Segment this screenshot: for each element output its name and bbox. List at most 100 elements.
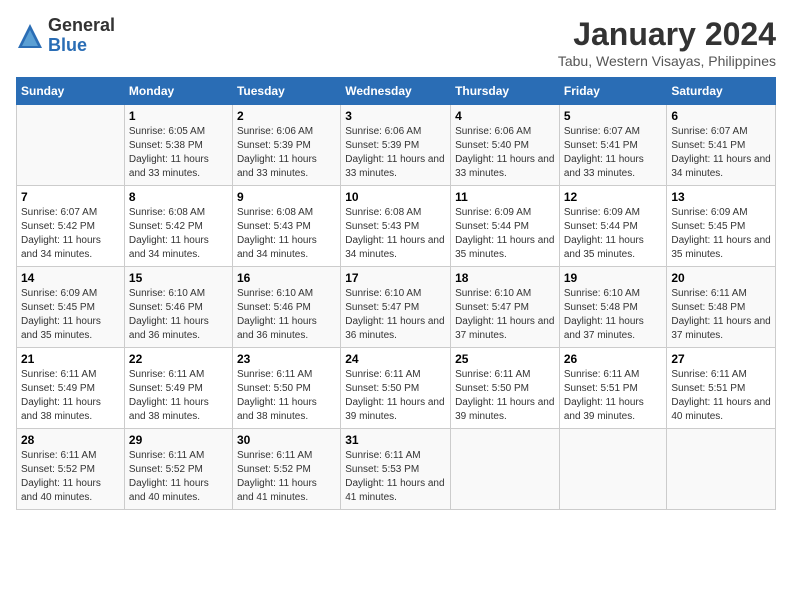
day-number: 4 [455, 109, 555, 123]
day-detail: Sunrise: 6:09 AMSunset: 5:45 PMDaylight:… [21, 288, 101, 341]
logo-general: General [48, 16, 115, 36]
day-cell [667, 429, 776, 510]
col-header-saturday: Saturday [667, 78, 776, 105]
day-cell: 5 Sunrise: 6:07 AMSunset: 5:41 PMDaylight… [559, 105, 667, 186]
day-cell: 25 Sunrise: 6:11 AMSunset: 5:50 PMDayligh… [451, 348, 560, 429]
day-number: 15 [129, 271, 228, 285]
week-row-4: 28 Sunrise: 6:11 AMSunset: 5:52 PMDayligh… [17, 429, 776, 510]
day-cell: 4Sunrise: 6:06 AMSunset: 5:40 PMDaylight… [451, 105, 560, 186]
day-cell: 7Sunrise: 6:07 AMSunset: 5:42 PMDaylight… [17, 186, 125, 267]
logo-icon [16, 22, 44, 50]
day-cell: 19 Sunrise: 6:10 AMSunset: 5:48 PMDayligh… [559, 267, 667, 348]
week-row-2: 14 Sunrise: 6:09 AMSunset: 5:45 PMDayligh… [17, 267, 776, 348]
day-cell: 11 Sunrise: 6:09 AMSunset: 5:44 PMDayligh… [451, 186, 560, 267]
day-cell: 14 Sunrise: 6:09 AMSunset: 5:45 PMDayligh… [17, 267, 125, 348]
day-number: 9 [237, 190, 336, 204]
day-cell: 13Sunrise: 6:09 AMSunset: 5:45 PMDayligh… [667, 186, 776, 267]
day-cell: 6Sunrise: 6:07 AMSunset: 5:41 PMDaylight… [667, 105, 776, 186]
logo-text: General Blue [48, 16, 115, 56]
day-number: 5 [564, 109, 663, 123]
day-detail: Sunrise: 6:11 AMSunset: 5:50 PMDaylight:… [345, 369, 444, 422]
day-number: 21 [21, 352, 120, 366]
day-detail: Sunrise: 6:10 AMSunset: 5:46 PMDaylight:… [129, 288, 209, 341]
day-cell: 1Sunrise: 6:05 AMSunset: 5:38 PMDaylight… [124, 105, 232, 186]
calendar-table: SundayMondayTuesdayWednesdayThursdayFrid… [16, 77, 776, 510]
day-number: 19 [564, 271, 663, 285]
col-header-wednesday: Wednesday [341, 78, 451, 105]
day-cell: 24 Sunrise: 6:11 AMSunset: 5:50 PMDayligh… [341, 348, 451, 429]
day-number: 11 [455, 190, 555, 204]
day-cell: 30 Sunrise: 6:11 AMSunset: 5:52 PMDayligh… [232, 429, 340, 510]
day-cell: 9 Sunrise: 6:08 AMSunset: 5:43 PMDaylight… [232, 186, 340, 267]
day-cell: 15 Sunrise: 6:10 AMSunset: 5:46 PMDayligh… [124, 267, 232, 348]
day-detail: Sunrise: 6:11 AMSunset: 5:52 PMDaylight:… [237, 450, 317, 503]
header: General Blue January 2024 Tabu, Western … [16, 16, 776, 69]
day-number: 29 [129, 433, 228, 447]
day-detail: Sunrise: 6:11 AMSunset: 5:49 PMDaylight:… [129, 369, 209, 422]
day-detail: Sunrise: 6:07 AMSunset: 5:42 PMDaylight:… [21, 207, 101, 260]
day-number: 17 [345, 271, 446, 285]
day-number: 13 [671, 190, 771, 204]
day-detail: Sunrise: 6:08 AMSunset: 5:43 PMDaylight:… [237, 207, 317, 260]
day-cell [451, 429, 560, 510]
day-detail: Sunrise: 6:10 AMSunset: 5:47 PMDaylight:… [345, 288, 444, 341]
day-number: 26 [564, 352, 663, 366]
day-detail: Sunrise: 6:09 AMSunset: 5:44 PMDaylight:… [455, 207, 554, 260]
day-detail: Sunrise: 6:10 AMSunset: 5:47 PMDaylight:… [455, 288, 554, 341]
day-number: 31 [345, 433, 446, 447]
day-cell: 12 Sunrise: 6:09 AMSunset: 5:44 PMDayligh… [559, 186, 667, 267]
day-cell: 3Sunrise: 6:06 AMSunset: 5:39 PMDaylight… [341, 105, 451, 186]
day-number: 25 [455, 352, 555, 366]
day-number: 1 [129, 109, 228, 123]
col-header-friday: Friday [559, 78, 667, 105]
day-cell: 26 Sunrise: 6:11 AMSunset: 5:51 PMDayligh… [559, 348, 667, 429]
day-cell [559, 429, 667, 510]
day-cell: 22 Sunrise: 6:11 AMSunset: 5:49 PMDayligh… [124, 348, 232, 429]
header-row: SundayMondayTuesdayWednesdayThursdayFrid… [17, 78, 776, 105]
main-title: January 2024 [558, 16, 776, 53]
day-detail: Sunrise: 6:11 AMSunset: 5:51 PMDaylight:… [564, 369, 644, 422]
day-number: 3 [345, 109, 446, 123]
day-number: 23 [237, 352, 336, 366]
logo: General Blue [16, 16, 115, 56]
day-number: 22 [129, 352, 228, 366]
subtitle: Tabu, Western Visayas, Philippines [558, 53, 776, 69]
day-detail: Sunrise: 6:10 AMSunset: 5:46 PMDaylight:… [237, 288, 317, 341]
day-number: 18 [455, 271, 555, 285]
day-detail: Sunrise: 6:10 AMSunset: 5:48 PMDaylight:… [564, 288, 644, 341]
day-cell: 28 Sunrise: 6:11 AMSunset: 5:52 PMDayligh… [17, 429, 125, 510]
col-header-monday: Monday [124, 78, 232, 105]
day-detail: Sunrise: 6:07 AMSunset: 5:41 PMDaylight:… [564, 126, 644, 179]
col-header-sunday: Sunday [17, 78, 125, 105]
day-cell: 10Sunrise: 6:08 AMSunset: 5:43 PMDayligh… [341, 186, 451, 267]
day-detail: Sunrise: 6:11 AMSunset: 5:51 PMDaylight:… [671, 369, 770, 422]
col-header-tuesday: Tuesday [232, 78, 340, 105]
day-detail: Sunrise: 6:11 AMSunset: 5:50 PMDaylight:… [237, 369, 317, 422]
day-detail: Sunrise: 6:11 AMSunset: 5:52 PMDaylight:… [21, 450, 101, 503]
day-detail: Sunrise: 6:11 AMSunset: 5:52 PMDaylight:… [129, 450, 209, 503]
week-row-3: 21 Sunrise: 6:11 AMSunset: 5:49 PMDayligh… [17, 348, 776, 429]
week-row-1: 7Sunrise: 6:07 AMSunset: 5:42 PMDaylight… [17, 186, 776, 267]
day-number: 10 [345, 190, 446, 204]
day-detail: Sunrise: 6:08 AMSunset: 5:42 PMDaylight:… [129, 207, 209, 260]
day-cell: 17 Sunrise: 6:10 AMSunset: 5:47 PMDayligh… [341, 267, 451, 348]
day-number: 6 [671, 109, 771, 123]
title-area: January 2024 Tabu, Western Visayas, Phil… [558, 16, 776, 69]
day-detail: Sunrise: 6:11 AMSunset: 5:48 PMDaylight:… [671, 288, 770, 341]
day-number: 8 [129, 190, 228, 204]
day-detail: Sunrise: 6:09 AMSunset: 5:44 PMDaylight:… [564, 207, 644, 260]
day-number: 30 [237, 433, 336, 447]
day-number: 24 [345, 352, 446, 366]
day-number: 12 [564, 190, 663, 204]
day-cell [17, 105, 125, 186]
day-detail: Sunrise: 6:11 AMSunset: 5:49 PMDaylight:… [21, 369, 101, 422]
day-cell: 29 Sunrise: 6:11 AMSunset: 5:52 PMDayligh… [124, 429, 232, 510]
day-cell: 16Sunrise: 6:10 AMSunset: 5:46 PMDayligh… [232, 267, 340, 348]
day-number: 20 [671, 271, 771, 285]
day-detail: Sunrise: 6:11 AMSunset: 5:50 PMDaylight:… [455, 369, 554, 422]
day-number: 28 [21, 433, 120, 447]
day-number: 14 [21, 271, 120, 285]
logo-blue: Blue [48, 36, 115, 56]
week-row-0: 1Sunrise: 6:05 AMSunset: 5:38 PMDaylight… [17, 105, 776, 186]
day-number: 2 [237, 109, 336, 123]
